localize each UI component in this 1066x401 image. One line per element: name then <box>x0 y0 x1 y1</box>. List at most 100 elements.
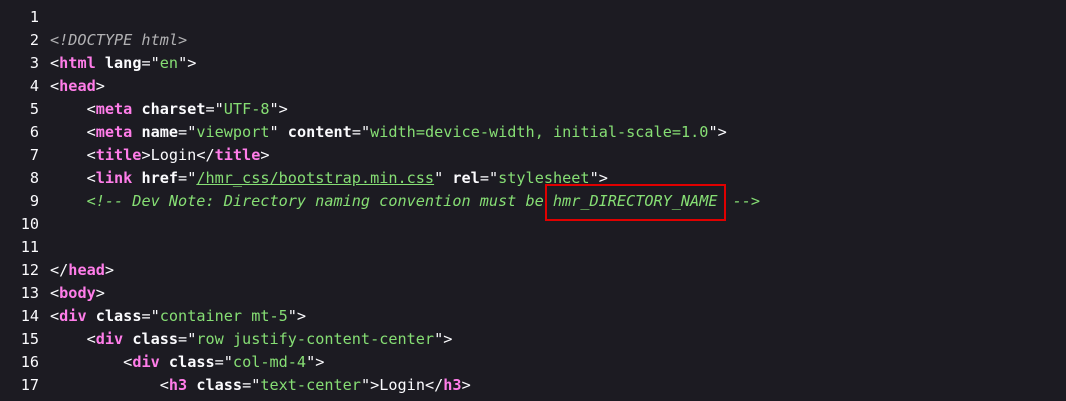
tag-open-bracket: < <box>50 284 60 302</box>
code-line-2: 2 <!DOCTYPE html> <box>0 29 1066 52</box>
tag-close-bracket: > <box>95 77 105 95</box>
code-line-4: 4 <head> <box>0 75 1066 98</box>
end-tag-close-bracket: > <box>461 376 471 394</box>
attribute-equals: =" <box>205 100 224 118</box>
line-number: 12 <box>20 261 39 279</box>
code-line-5: 5 <meta charset="UTF-8"> <box>0 98 1066 121</box>
line-number: 6 <box>29 123 39 141</box>
attribute-name: lang <box>104 54 142 72</box>
element-text: Login <box>379 376 425 394</box>
end-tag-close-bracket: > <box>260 146 270 164</box>
tag-name: div <box>95 330 124 348</box>
attribute-value: en <box>159 54 179 72</box>
line-number: 13 <box>20 284 39 302</box>
attribute-name: class <box>168 353 215 371</box>
stylesheet-link[interactable]: /hmr_css/bootstrap.min.css <box>196 169 434 187</box>
code-line-15: 15 <div class="row justify-content-cente… <box>0 328 1066 351</box>
attribute-value: UTF-8 <box>223 100 270 118</box>
end-tag-name: title <box>214 146 261 164</box>
line-number: 7 <box>29 146 39 164</box>
tag-open-bracket: < <box>50 54 60 72</box>
line-number: 1 <box>29 8 39 26</box>
code-line-16: 16 <div class="col-md-4"> <box>0 351 1066 374</box>
attribute-name: content <box>287 123 352 141</box>
line-number: 9 <box>29 192 39 210</box>
tag-name: div <box>59 307 87 325</box>
tag-open-bracket: < <box>50 307 60 325</box>
tag-name: meta <box>95 123 133 141</box>
tag-name: h3 <box>168 376 188 394</box>
tag-close-bracket: > <box>141 146 151 164</box>
attribute-name: href <box>141 169 179 187</box>
attribute-value: text-center <box>260 376 361 394</box>
line-number: 11 <box>20 238 39 256</box>
attribute-equals: =" <box>178 330 197 348</box>
line-number: 8 <box>29 169 39 187</box>
tag-close-bracket: "> <box>434 330 453 348</box>
code-line-3: 3 <html lang="en"> <box>0 52 1066 75</box>
tag-name: html <box>59 54 96 72</box>
line-number: 14 <box>20 307 39 325</box>
tag-close-bracket: "> <box>269 100 288 118</box>
code-line-14: 14 <div class="container mt-5"> <box>0 305 1066 328</box>
attribute-name: charset <box>141 100 206 118</box>
attribute-separator: " <box>269 123 288 141</box>
tag-close-bracket: "> <box>287 307 307 325</box>
tag-name: head <box>68 261 105 279</box>
line-number: 5 <box>29 100 39 118</box>
tag-open-bracket: < <box>86 123 96 141</box>
code-line-9: 9 <!-- Dev Note: Directory naming conven… <box>0 184 1066 221</box>
line-number: 3 <box>29 54 39 72</box>
element-text: Login <box>150 146 197 164</box>
end-tag-name: h3 <box>443 376 462 394</box>
attribute-name: class <box>196 376 243 394</box>
line-number: 4 <box>29 77 39 95</box>
code-line-1: 1 <box>0 6 1066 29</box>
comment-end: --> <box>723 192 761 210</box>
attribute-name: name <box>141 123 179 141</box>
attribute-equals: =" <box>351 123 371 141</box>
attribute-name: rel <box>452 169 480 187</box>
attribute-value: width=device-width, initial-scale=1.0 <box>370 123 709 141</box>
doctype-declaration: <!DOCTYPE html> <box>50 31 188 49</box>
tag-name: head <box>59 77 96 95</box>
tag-open-bracket: < <box>159 376 169 394</box>
code-line-10: 10 <box>0 213 1066 236</box>
attribute-name: class <box>95 307 142 325</box>
tag-close-bracket: "> <box>708 123 727 141</box>
line-number: 10 <box>20 215 39 233</box>
code-line-6: 6 <meta name="viewport" content="width=d… <box>0 121 1066 144</box>
tag-open-bracket: < <box>86 169 96 187</box>
attribute-value: container mt-5 <box>159 307 288 325</box>
tag-open-bracket: < <box>86 330 96 348</box>
tag-name: body <box>59 284 96 302</box>
tag-open-bracket: < <box>86 146 96 164</box>
code-line-11: 11 <box>0 236 1066 259</box>
attribute-value: viewport <box>196 123 270 141</box>
attribute-value: col-md-4 <box>232 353 307 371</box>
line-number: 16 <box>20 353 39 371</box>
code-line-13: 13 <body> <box>0 282 1066 305</box>
attribute-equals: =" <box>178 169 197 187</box>
code-line-8: 8 <link href="/hmr_css/bootstrap.min.css… <box>0 167 1066 190</box>
attribute-equals: =" <box>479 169 499 187</box>
tag-open-bracket: </ <box>50 261 69 279</box>
attribute-equals: =" <box>214 353 233 371</box>
tag-open-bracket: < <box>50 77 60 95</box>
attribute-equals: =" <box>178 123 197 141</box>
tag-close-bracket: "> <box>360 376 380 394</box>
tag-open-bracket: < <box>86 100 96 118</box>
code-line-17: 17 <h3 class="text-center">Login</h3> <box>0 374 1066 397</box>
source-viewer: 1 2 <!DOCTYPE html> 3 <html lang="en"> 4 <h… <box>0 6 1066 397</box>
line-number: 2 <box>29 31 39 49</box>
attribute-equals: =" <box>242 376 261 394</box>
attribute-equals: =" <box>141 307 160 325</box>
line-number: 17 <box>20 376 39 394</box>
attribute-equals: =" <box>141 54 160 72</box>
